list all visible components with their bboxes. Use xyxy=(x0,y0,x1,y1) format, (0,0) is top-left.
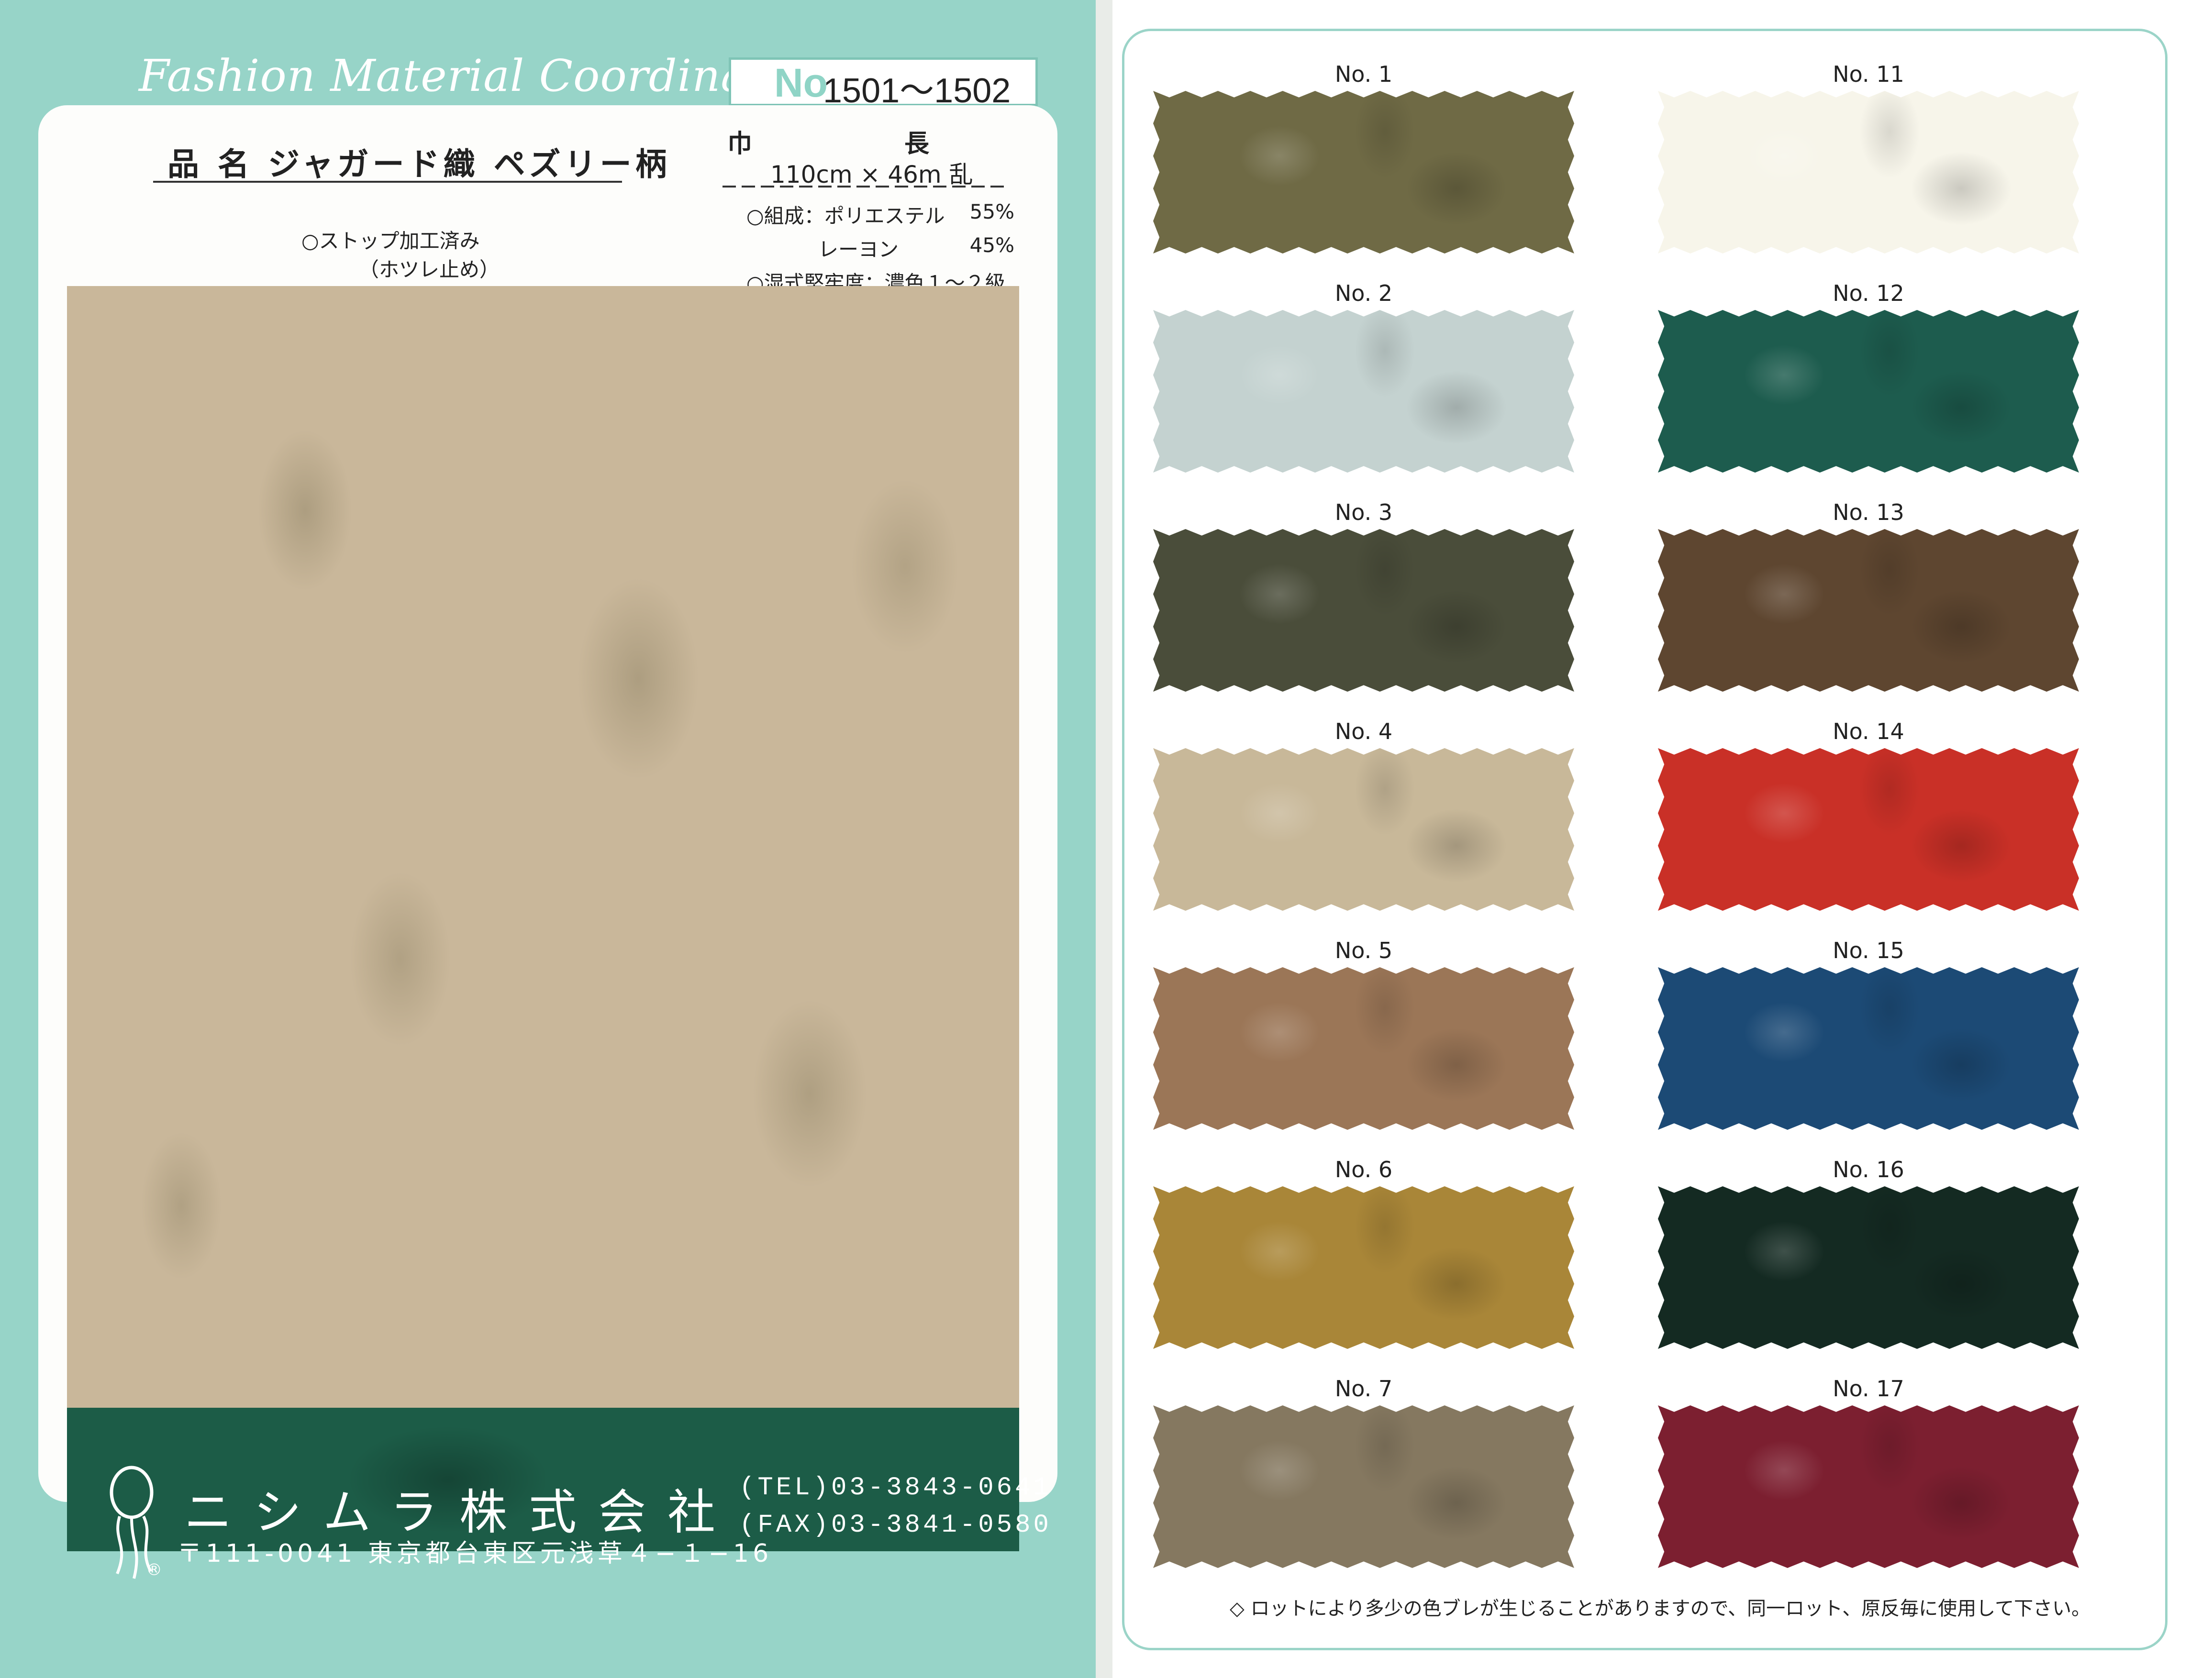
fabric-swatch xyxy=(1658,1405,2079,1568)
registered-mark-icon: ® xyxy=(146,1560,162,1579)
swatch-label: No. 14 xyxy=(1833,718,1904,744)
width-heading: 巾 xyxy=(727,130,753,158)
company-name: ニシムラ株式会社 xyxy=(184,1484,737,1540)
swatch-label: No. 3 xyxy=(1334,499,1393,525)
fabric-swatch-fill xyxy=(1658,1405,2079,1568)
dimensions-value: 110cm × 46m 乱 xyxy=(770,161,973,188)
finish-note: ○ストップ加工済み xyxy=(301,229,480,253)
swatch-label: No. 2 xyxy=(1334,280,1393,306)
swatch-label: No. 1 xyxy=(1334,61,1393,87)
spec-row: レーヨン 45% xyxy=(746,233,1014,267)
fabric-swatch-fill xyxy=(1153,91,1574,254)
swatch-label: No. 12 xyxy=(1833,280,1904,306)
finish-note-detail: （ホツレ止め） xyxy=(359,258,500,281)
fabric-swatch-beige xyxy=(67,286,1019,1408)
dimensions-underline xyxy=(723,186,1010,188)
swatch-label: No. 16 xyxy=(1833,1157,1904,1182)
company-address: 〒111-0041 東京都台東区元浅草４−１−16 xyxy=(177,1539,773,1568)
fabric-swatch-fill xyxy=(1658,748,2079,911)
fabric-swatch xyxy=(1153,1186,1574,1349)
swatch-label: No. 17 xyxy=(1833,1376,1904,1402)
brand-title: Fashion Material Coordinator xyxy=(139,50,814,101)
product-number-box: No 1501～1502 xyxy=(729,57,1038,110)
sample-card-left: Fashion Material Coordinator No 1501～150… xyxy=(0,0,1096,1678)
spec-list: ○組成：ポリエステル 55% レーヨン 45% ○湿式堅牢度：濃色１～２級 xyxy=(746,200,1014,300)
swatch-label: No. 15 xyxy=(1833,938,1904,963)
fabric-swatch-fill xyxy=(1153,1405,1574,1568)
fabric-swatch-fill xyxy=(1153,967,1574,1130)
fabric-swatch-fill xyxy=(1153,748,1574,911)
fabric-swatch xyxy=(1658,91,2079,254)
fabric-swatch-fill xyxy=(1153,529,1574,692)
fabric-swatch xyxy=(1153,529,1574,692)
product-name: 品 名 ジャガード織 ペズリー柄 xyxy=(167,146,671,183)
fabric-swatch xyxy=(1153,91,1574,254)
spec-value: 45% xyxy=(969,233,1014,257)
product-name-underline xyxy=(153,181,622,183)
fabric-swatch xyxy=(1658,310,2079,473)
fabric-swatch xyxy=(1658,967,2079,1130)
fabric-swatch-fill xyxy=(1658,1186,2079,1349)
swatch-label: No. 7 xyxy=(1334,1376,1393,1402)
fabric-swatch xyxy=(1658,748,2079,911)
main-fabric-swatch xyxy=(67,286,1019,1551)
spec-value: 55% xyxy=(969,200,1014,223)
swatch-label: No. 11 xyxy=(1833,61,1904,87)
product-number-prefix: No xyxy=(774,60,828,105)
fabric-swatch xyxy=(1153,748,1574,911)
spec-label: ○組成：ポリエステル xyxy=(746,204,945,228)
fabric-swatch-fill xyxy=(1153,1186,1574,1349)
fabric-swatch-fill xyxy=(1658,529,2079,692)
length-heading: 長 xyxy=(904,130,930,158)
company-tel: (TEL)03-3843-0641 xyxy=(739,1473,1052,1502)
company-fax: (FAX)03-3841-0580 xyxy=(739,1511,1052,1540)
fabric-swatch-fill xyxy=(1658,967,2079,1130)
fabric-swatch xyxy=(1153,967,1574,1130)
swatch-label: No. 4 xyxy=(1334,718,1393,744)
spec-label: レーヨン xyxy=(818,238,899,261)
spec-row: ○組成：ポリエステル 55% xyxy=(746,200,1014,233)
lot-color-footnote: ◇ ロットにより多少の色ブレが生じることがありますので、同一ロット、原反毎に使用… xyxy=(1230,1598,2091,1620)
fabric-swatch-fill xyxy=(1658,310,2079,473)
fabric-swatch-fill xyxy=(1153,310,1574,473)
swatch-label: No. 6 xyxy=(1334,1157,1393,1182)
swatch-label: No. 13 xyxy=(1833,499,1904,525)
fabric-swatch xyxy=(1658,1186,2079,1349)
fabric-swatch xyxy=(1153,1405,1574,1568)
fabric-swatch xyxy=(1153,310,1574,473)
fabric-swatch-fill xyxy=(1658,91,2079,254)
swatch-label: No. 5 xyxy=(1334,938,1393,963)
fabric-swatch xyxy=(1658,529,2079,692)
